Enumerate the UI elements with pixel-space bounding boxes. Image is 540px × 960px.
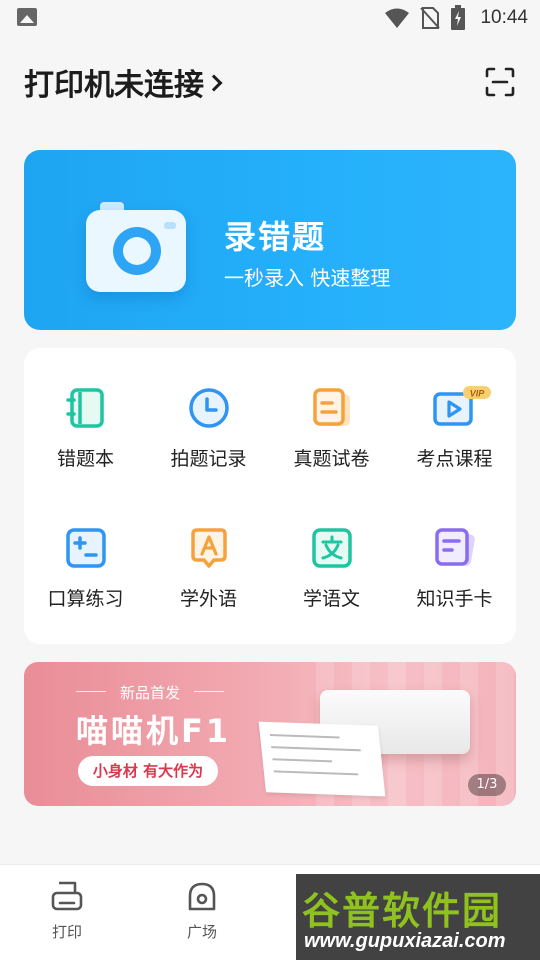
- grid-item-label: 错题本: [56, 448, 114, 470]
- printer-connection-link[interactable]: 打印机未连接: [24, 60, 223, 104]
- banner-slogan: 小身材 有大作为: [78, 756, 218, 786]
- grid-item-photo-history[interactable]: 拍题记录: [147, 348, 270, 478]
- hero-subtitle: 一秒录入 快速整理: [224, 266, 391, 290]
- vip-badge: VIP: [469, 389, 485, 399]
- grid-item-label: 知识手卡: [416, 588, 493, 610]
- banner-tag: 新品首发: [76, 682, 224, 703]
- language-a-icon: [190, 528, 227, 568]
- hero-title: 录错题: [224, 218, 327, 256]
- nav-item-square[interactable]: 广场: [162, 879, 242, 942]
- notebook-icon: [65, 388, 104, 428]
- nav-label: 打印: [51, 923, 82, 941]
- no-sim-icon: [420, 7, 441, 29]
- video-vip-icon: VIP: [432, 386, 491, 426]
- printer-icon: [51, 881, 83, 911]
- wifi-icon: [385, 8, 410, 28]
- nav-item-print[interactable]: 打印: [27, 879, 107, 942]
- grid-item-label: 真题试卷: [293, 448, 370, 470]
- printer-status-title: 打印机未连接: [24, 68, 204, 103]
- grid-item-label: 拍题记录: [170, 448, 247, 470]
- nav-label: 广场: [186, 923, 217, 941]
- image-notification-icon: [17, 8, 37, 26]
- grid-item-mental-math[interactable]: 口算练习: [24, 488, 147, 618]
- receipt-paper-image: [258, 721, 386, 797]
- papers-icon: [312, 388, 350, 426]
- grid-item-knowledge-cards[interactable]: 知识手卡: [393, 488, 516, 618]
- calculator-icon: [65, 528, 106, 568]
- clock-time: 10:44: [480, 7, 528, 28]
- grid-item-label: 学语文: [302, 588, 360, 610]
- cards-icon: [434, 528, 475, 567]
- grid-item-foreign-language[interactable]: 学外语: [147, 488, 270, 618]
- grid-item-label: 考点课程: [416, 448, 493, 470]
- banner-title: 喵喵机F1: [76, 712, 232, 750]
- header: 打印机未连接: [24, 56, 516, 108]
- grid-item-label: 学外语: [179, 588, 237, 610]
- chinese-wen-icon: [311, 528, 352, 568]
- status-bar: 10:44: [0, 0, 540, 36]
- square-icon: [188, 882, 216, 911]
- watermark-title: 谷普软件园: [302, 889, 503, 933]
- clock-icon: [188, 388, 229, 428]
- grid-item-label: 口算练习: [47, 588, 124, 610]
- battery-charging-icon: [451, 5, 466, 30]
- banner-page-indicator: 1/3: [468, 774, 506, 796]
- grid-item-mistake-book[interactable]: 错题本: [24, 348, 147, 478]
- watermark-url: www.gupuxiazai.com: [304, 930, 506, 952]
- watermark: 谷普软件园 www.gupuxiazai.com: [296, 874, 540, 960]
- feature-grid: 错题本 拍题记录 真题试卷 VIP 考点课程 口算练习 学外语 学语文 知识手卡: [24, 348, 516, 644]
- record-mistakes-card[interactable]: 录错题 一秒录入 快速整理: [24, 150, 516, 330]
- grid-item-chinese[interactable]: 学语文: [270, 488, 393, 618]
- chevron-right-icon: [205, 74, 223, 92]
- grid-item-key-courses[interactable]: VIP 考点课程: [393, 348, 516, 478]
- camera-icon: [86, 202, 186, 292]
- scan-icon[interactable]: [484, 66, 516, 98]
- grid-item-past-papers[interactable]: 真题试卷: [270, 348, 393, 478]
- product-banner[interactable]: 新品首发 喵喵机F1 小身材 有大作为 1/3: [24, 662, 516, 806]
